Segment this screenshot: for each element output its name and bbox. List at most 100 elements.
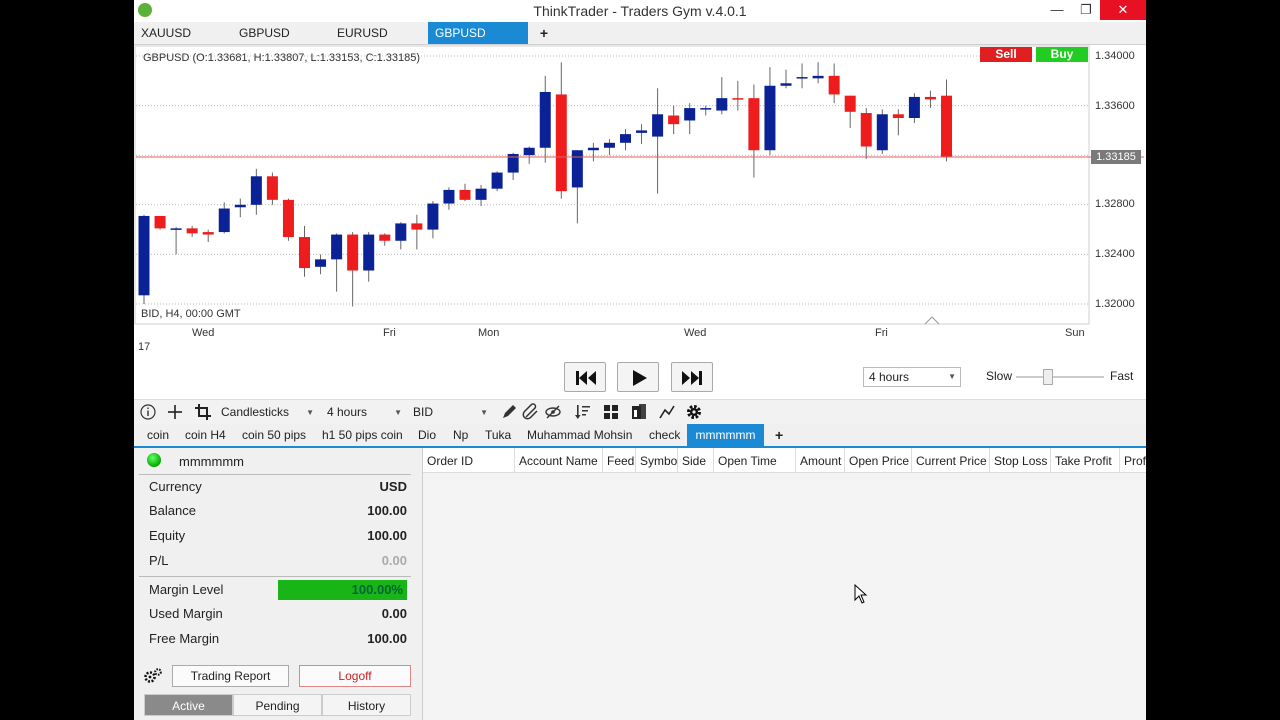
price-tick-label: 1.32800	[1095, 198, 1135, 210]
candle-body	[250, 176, 262, 205]
buy-button[interactable]: Buy	[1036, 47, 1088, 62]
window-title: ThinkTrader - Traders Gym v.4.0.1	[533, 3, 747, 19]
candle-body	[924, 96, 936, 100]
account-tab[interactable]: check	[649, 424, 680, 446]
restore-button[interactable]: ❐	[1069, 0, 1103, 20]
trading-report-button[interactable]: Trading Report	[172, 665, 289, 687]
candle-body	[812, 75, 824, 79]
gear-icon[interactable]	[685, 403, 703, 421]
info-icon[interactable]	[139, 403, 157, 421]
tab-active-orders[interactable]: Active	[144, 694, 233, 716]
account-tab[interactable]: coin 50 pips	[242, 424, 306, 446]
account-tab[interactable]: Tuka	[485, 424, 511, 446]
account-summary-panel: mmmmmm Currency USD Balance 100.00 Equit…	[134, 448, 423, 720]
candle-body	[331, 234, 343, 260]
column-header[interactable]: Take Profit	[1051, 448, 1120, 472]
account-tab-active[interactable]: mmmmmm	[687, 424, 764, 446]
account-tab[interactable]: Muhammad Mohsin	[527, 424, 632, 446]
tab-order-history[interactable]: History	[322, 694, 411, 716]
candlestick-chart[interactable]	[134, 45, 1146, 357]
tab-gbpusd[interactable]: GBPUSD	[232, 22, 329, 44]
crop-icon[interactable]	[194, 403, 212, 421]
candle-body	[379, 234, 391, 241]
margin-level-value: 100.00%	[351, 582, 403, 597]
account-tab[interactable]: Dio	[418, 424, 436, 446]
tab-gbpusd-active[interactable]: GBPUSD	[428, 22, 528, 44]
column-header[interactable]: Side	[678, 448, 714, 472]
account-tab[interactable]: h1 50 pips coin	[322, 424, 403, 446]
column-header[interactable]: Open Time	[714, 448, 796, 472]
account-tab[interactable]: Np	[453, 424, 468, 446]
candle-body	[202, 232, 214, 235]
speed-slider-thumb[interactable]	[1043, 369, 1054, 385]
chart-info-label: BID, H4, 00:00 GMT	[139, 308, 243, 320]
candle-body	[844, 95, 856, 112]
timeframe-value: 4 hours	[327, 405, 368, 419]
pl-value: 0.00	[381, 553, 407, 568]
attach-icon[interactable]	[522, 403, 540, 421]
price-type-select[interactable]: BID ▼	[410, 403, 492, 421]
price-tick-label: 1.32000	[1095, 298, 1135, 310]
candle-body	[908, 96, 920, 118]
indicators-icon[interactable]	[630, 403, 648, 421]
close-button[interactable]: ✕	[1100, 0, 1146, 20]
candle-body	[315, 259, 327, 267]
speed-slider-track[interactable]	[1016, 376, 1104, 378]
chevron-down-icon: ▼	[480, 408, 488, 417]
chart-type-select[interactable]: Candlesticks ▼	[218, 403, 318, 421]
playback-interval-select[interactable]: 4 hours ▼	[863, 367, 961, 387]
price-chart[interactable]: GBPUSD (O:1.33681, H:1.33807, L:1.33153,…	[134, 45, 1146, 357]
date-label: 17	[138, 341, 151, 353]
add-tab-button[interactable]: +	[532, 22, 556, 44]
crosshair-icon[interactable]	[166, 403, 184, 421]
scroll-marker-icon	[924, 316, 940, 325]
account-tab-bar: coin coin H4 coin 50 pips h1 50 pips coi…	[134, 424, 1146, 448]
divider	[139, 576, 411, 577]
sort-icon[interactable]	[574, 403, 592, 421]
free-margin-label: Free Margin	[149, 631, 220, 646]
grid-layout-icon[interactable]	[602, 403, 620, 421]
column-header[interactable]: Order ID	[423, 448, 515, 472]
tab-pending-orders[interactable]: Pending	[233, 694, 322, 716]
price-tick-label: 1.34000	[1095, 50, 1135, 62]
candle-body	[138, 215, 150, 296]
skip-forward-button[interactable]	[671, 362, 713, 392]
tab-xauusd[interactable]: XAUUSD	[134, 22, 231, 44]
balance-row: Balance 100.00	[149, 501, 407, 521]
balance-value: 100.00	[367, 503, 407, 518]
column-header[interactable]: Profit	[1120, 448, 1146, 472]
x-axis-label: Sun	[1065, 327, 1085, 339]
column-header[interactable]: Feed	[603, 448, 636, 472]
skip-forward-icon	[682, 371, 702, 385]
candle-body	[299, 237, 310, 269]
line-chart-icon[interactable]	[658, 403, 676, 421]
sell-button[interactable]: Sell	[980, 47, 1032, 62]
orders-table-header: Order ID Account Name Feed Symbol Side O…	[423, 448, 1146, 473]
account-tab[interactable]: coin	[147, 424, 169, 446]
column-header[interactable]: Account Name	[515, 448, 603, 472]
column-header[interactable]: Stop Loss	[990, 448, 1051, 472]
candle-body	[780, 83, 792, 86]
logoff-button[interactable]: Logoff	[299, 665, 411, 687]
hide-eye-icon[interactable]	[544, 403, 562, 421]
margin-level-bar: 100.00%	[278, 580, 407, 600]
play-button[interactable]	[617, 362, 659, 392]
settings-gears-icon[interactable]	[143, 667, 162, 685]
candle-body	[523, 147, 535, 156]
candle-body	[170, 228, 182, 230]
column-header[interactable]: Symbol	[636, 448, 678, 472]
column-header[interactable]: Current Price	[912, 448, 990, 472]
ohlc-readout: GBPUSD (O:1.33681, H:1.33807, L:1.33153,…	[143, 52, 421, 64]
symbol-tab-bar: XAUUSD GBPUSD EURUSD GBPUSD +	[134, 22, 1146, 45]
timeframe-select[interactable]: 4 hours ▼	[324, 403, 406, 421]
account-name: mmmmmm	[179, 454, 244, 469]
column-header[interactable]: Amount	[796, 448, 845, 472]
pencil-icon[interactable]	[500, 403, 518, 421]
tab-eurusd[interactable]: EURUSD	[330, 22, 427, 44]
candle-body	[764, 85, 776, 151]
column-header[interactable]: Open Price	[845, 448, 912, 472]
account-tab[interactable]: coin H4	[185, 424, 226, 446]
add-account-tab-button[interactable]: +	[775, 424, 783, 446]
candle-body	[459, 189, 471, 200]
skip-back-button[interactable]	[564, 362, 606, 392]
